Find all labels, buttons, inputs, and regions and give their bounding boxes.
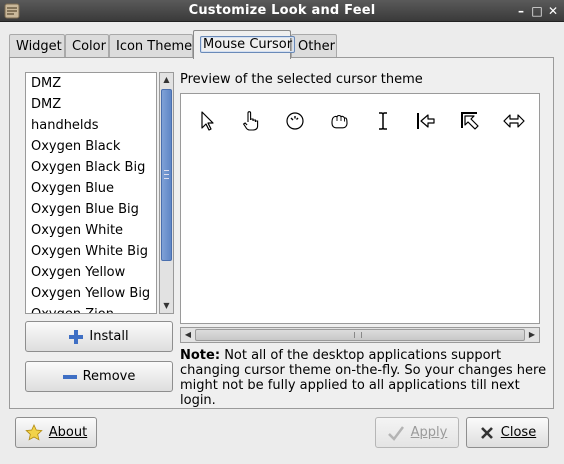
- busy-cursor-icon: [286, 112, 304, 130]
- tab-color[interactable]: Color: [65, 34, 109, 59]
- top-left-corner-cursor-icon: [461, 112, 479, 130]
- install-button[interactable]: Install: [25, 321, 173, 352]
- tab-label: Other: [298, 39, 335, 54]
- tab-widget[interactable]: Widget: [9, 34, 65, 59]
- list-item[interactable]: Oxygen Yellow: [26, 262, 156, 283]
- list-item[interactable]: Oxygen Black: [26, 136, 156, 157]
- tab-mouse-cursor[interactable]: Mouse Cursor: [193, 30, 296, 59]
- preview-scrollbar[interactable]: ◀ ▶: [180, 327, 540, 343]
- remove-label: Remove: [82, 369, 136, 384]
- minimize-button[interactable]: –: [513, 3, 529, 19]
- scrollbar-thumb[interactable]: [195, 329, 525, 341]
- minus-icon: [62, 374, 77, 379]
- maximize-button[interactable]: □: [529, 3, 545, 19]
- title-bar: Customize Look and Feel – □ ✕: [0, 0, 564, 22]
- list-item[interactable]: Oxygen Blue: [26, 178, 156, 199]
- close-button[interactable]: Close: [466, 417, 549, 448]
- mouse-cursor-panel: DMZ DMZ handhelds Oxygen Black Oxygen Bl…: [9, 57, 554, 409]
- list-item[interactable]: handhelds: [26, 115, 156, 136]
- close-x-icon: [480, 426, 493, 439]
- preview-label: Preview of the selected cursor theme: [180, 72, 423, 87]
- scrollbar-thumb[interactable]: [161, 89, 172, 261]
- list-item[interactable]: Oxygen Blue Big: [26, 199, 156, 220]
- list-item[interactable]: DMZ: [26, 73, 156, 94]
- list-item[interactable]: DMZ: [26, 94, 156, 115]
- theme-list-scrollbar[interactable]: ▲ ▼: [159, 72, 174, 314]
- tab-icon-theme[interactable]: Icon Theme: [109, 34, 193, 59]
- text-ibeam-cursor-icon: [379, 112, 387, 130]
- cursor-theme-list[interactable]: DMZ DMZ handhelds Oxygen Black Oxygen Bl…: [25, 72, 157, 314]
- list-item[interactable]: Oxygen Black Big: [26, 157, 156, 178]
- checkmark-icon: [387, 425, 404, 441]
- scroll-right-arrow-icon[interactable]: ▶: [525, 328, 539, 342]
- tab-label: Widget: [16, 39, 62, 54]
- horizontal-resize-cursor-icon: [503, 114, 525, 128]
- scroll-left-arrow-icon[interactable]: ◀: [181, 328, 195, 342]
- install-label: Install: [89, 329, 129, 344]
- close-window-button[interactable]: ✕: [545, 3, 561, 19]
- about-label: About: [48, 425, 88, 440]
- apply-button[interactable]: Apply: [375, 417, 459, 448]
- remove-button[interactable]: Remove: [25, 361, 173, 392]
- scroll-up-arrow-icon[interactable]: ▲: [160, 73, 173, 87]
- tab-label: Mouse Cursor: [200, 36, 296, 53]
- hand-pointer-cursor-icon: [242, 111, 259, 131]
- tab-label: Icon Theme: [116, 39, 193, 54]
- star-icon: [25, 423, 43, 440]
- close-label: Close: [500, 425, 537, 440]
- cursor-preview-area: [180, 93, 540, 324]
- tab-label: Color: [72, 39, 106, 54]
- plus-icon: [69, 329, 84, 344]
- list-item[interactable]: Oxygen Zion: [26, 304, 156, 313]
- list-item[interactable]: Oxygen Yellow Big: [26, 283, 156, 304]
- apply-label: Apply: [410, 425, 448, 440]
- list-item[interactable]: Oxygen White: [26, 220, 156, 241]
- scroll-down-arrow-icon[interactable]: ▼: [160, 299, 173, 313]
- window-title: Customize Look and Feel: [188, 3, 376, 18]
- note-body: Not all of the desktop applications supp…: [180, 348, 547, 408]
- note-label: Note:: [180, 348, 221, 363]
- note-text: Note: Not all of the desktop application…: [180, 348, 550, 408]
- about-button[interactable]: About: [15, 417, 97, 448]
- list-item[interactable]: Oxygen White Big: [26, 241, 156, 262]
- arrow-cursor-icon: [201, 111, 214, 131]
- tab-other[interactable]: Other: [291, 34, 337, 59]
- grab-hand-cursor-icon: [331, 114, 348, 129]
- left-side-cursor-icon: [417, 113, 435, 129]
